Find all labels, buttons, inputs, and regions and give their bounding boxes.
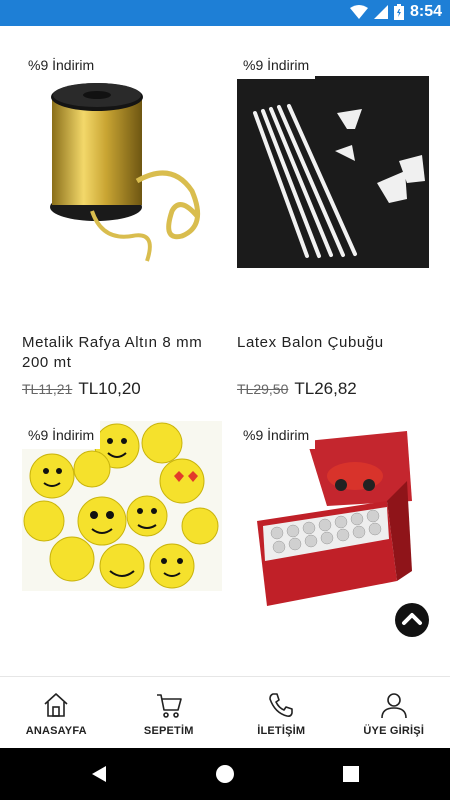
phone-icon (269, 693, 294, 717)
circle-home-icon (216, 765, 234, 783)
product-card[interactable]: %9 İndirim (237, 421, 437, 621)
bottom-nav: ANASAYFA SEPETİM İLETİŞİM ÜYE GİRİŞİ (0, 676, 450, 748)
product-list[interactable]: %9 İndirim Metalik Rafya Altın 8 mm 200 … (0, 26, 450, 676)
system-nav-bar (0, 748, 450, 800)
nav-home[interactable]: ANASAYFA (0, 677, 113, 748)
product-title[interactable]: Latex Balon Çubuğu (237, 333, 442, 353)
cart-icon (156, 694, 182, 718)
status-icons: 8:54 (349, 3, 442, 21)
product-image[interactable]: %9 İndirim (237, 51, 437, 283)
back-icon (92, 766, 106, 782)
user-icon (380, 693, 407, 719)
nav-cart[interactable]: SEPETİM (113, 677, 226, 748)
discount-badge: %9 İndirim (237, 421, 316, 449)
status-time: 8:54 (409, 3, 442, 20)
product-price: TL11,21 TL10,20 (22, 379, 141, 399)
nav-label: ANASAYFA (25, 725, 87, 737)
back-button[interactable] (85, 748, 115, 800)
product-card[interactable]: %9 İndirim Latex Balon Çubuğu TL29,50 TL2… (237, 51, 437, 398)
nav-label: ÜYE GİRİŞİ (363, 725, 425, 737)
discount-badge: %9 İndirim (22, 51, 101, 79)
old-price: TL29,50 (237, 381, 289, 397)
discount-badge: %9 İndirim (22, 421, 101, 449)
chevron-up-icon (402, 613, 422, 625)
home-icon (44, 693, 68, 717)
product-title[interactable]: Metalik Rafya Altın 8 mm 200 mt (22, 333, 227, 373)
nav-label: İLETİŞİM (257, 725, 306, 737)
discount-badge: %9 İndirim (237, 51, 316, 79)
old-price: TL11,21 (22, 381, 73, 397)
battery-icon (393, 4, 404, 20)
status-bar: 8:54 (0, 0, 450, 26)
nav-contact[interactable]: İLETİŞİM (225, 677, 338, 748)
nav-login[interactable]: ÜYE GİRİŞİ (338, 677, 450, 748)
signal-icon (373, 5, 388, 19)
nav-label: SEPETİM (143, 725, 194, 737)
scroll-to-top-button[interactable] (395, 603, 429, 637)
new-price: TL26,82 (294, 379, 357, 398)
wifi-icon (349, 5, 368, 19)
product-card[interactable]: %9 İndirim (22, 421, 222, 621)
product-image[interactable]: %9 İndirim (22, 421, 222, 591)
home-system-button[interactable] (210, 748, 240, 800)
new-price: TL10,20 (78, 379, 141, 398)
product-image[interactable]: %9 İndirim (22, 51, 222, 283)
recents-button[interactable] (336, 748, 366, 800)
product-card[interactable]: %9 İndirim Metalik Rafya Altın 8 mm 200 … (22, 51, 222, 398)
square-recents-icon (343, 766, 359, 782)
product-price: TL29,50 TL26,82 (237, 379, 357, 399)
product-image[interactable]: %9 İndirim (237, 421, 437, 611)
